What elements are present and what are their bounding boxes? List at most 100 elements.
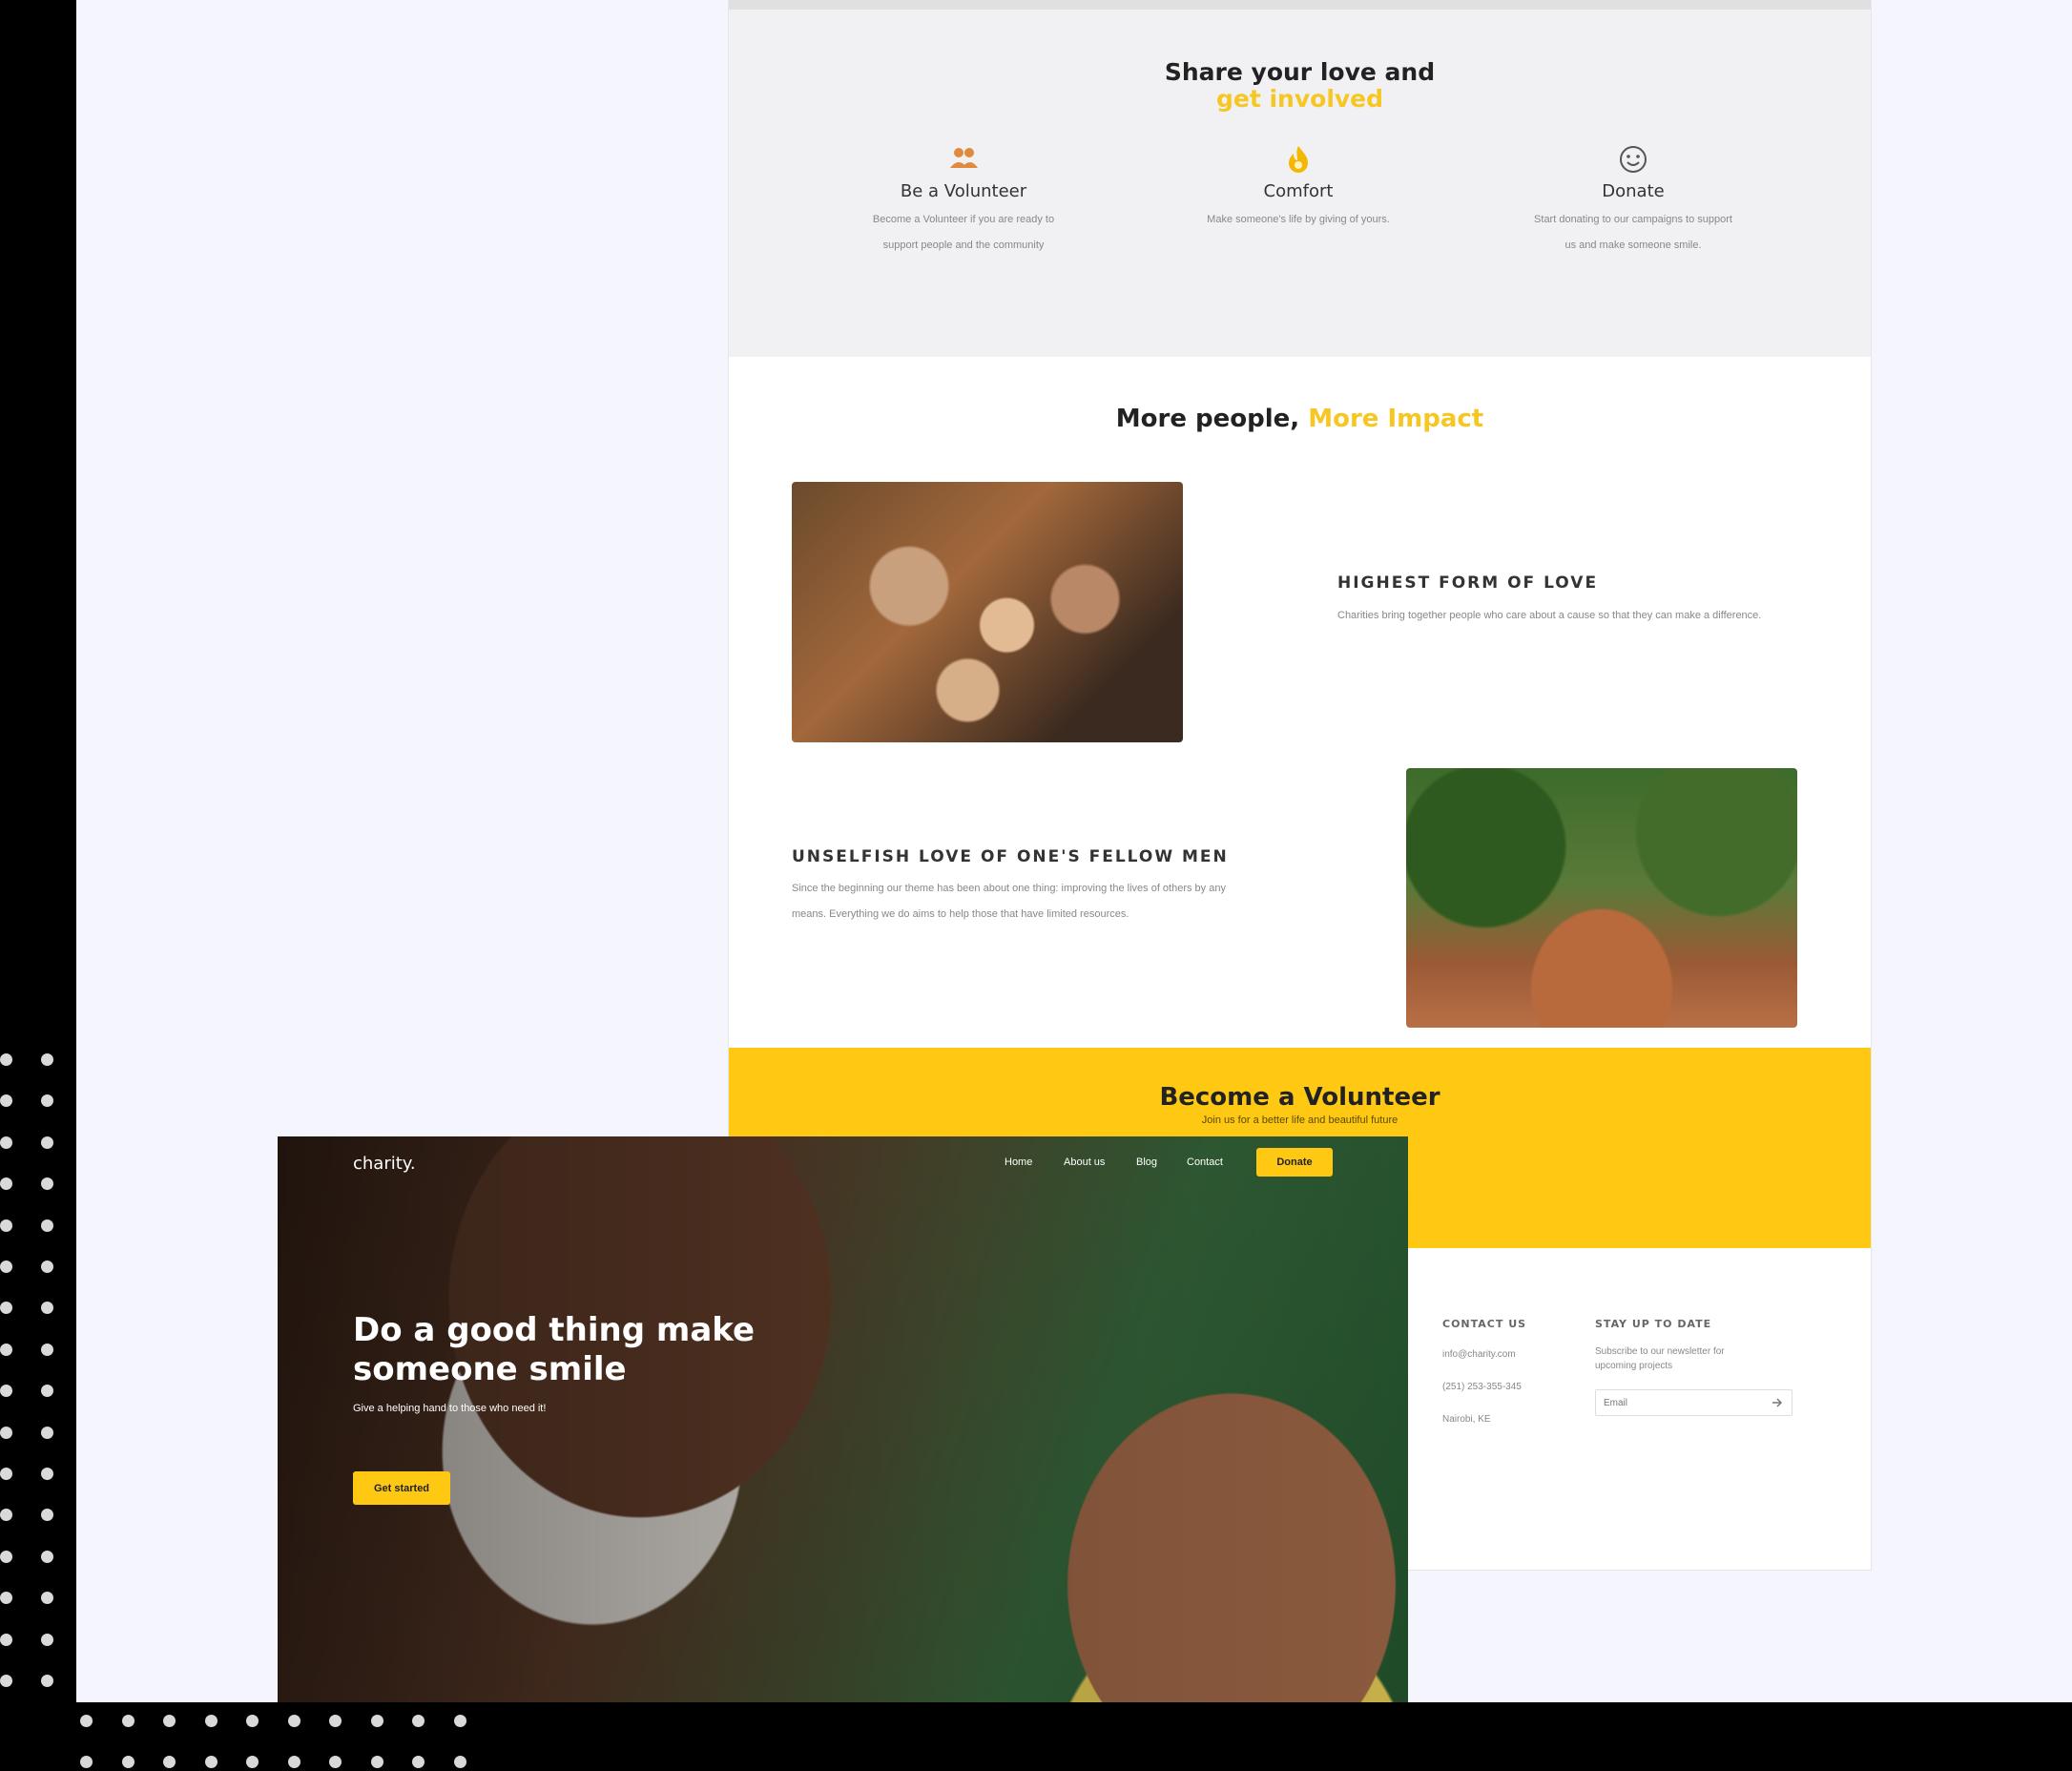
contact-location: Nairobi, KE: [1442, 1414, 1491, 1425]
decorative-dot: [41, 1261, 53, 1273]
decorative-dot: [0, 1219, 12, 1232]
decorative-dot: [453, 1715, 466, 1727]
involved-title-line1: Share your love and: [1164, 58, 1436, 86]
row-title: HIGHEST FORM OF LOVE: [1337, 573, 1599, 593]
decorative-dot: [246, 1756, 259, 1768]
decorative-dot: [329, 1756, 342, 1768]
decorative-dot: [41, 1550, 53, 1563]
row-title: UNSELFISH LOVE OF ONE'S FELLOW MEN: [792, 847, 1229, 866]
decorative-dot: [0, 1633, 12, 1646]
newsletter-email-input[interactable]: [1596, 1390, 1739, 1415]
decorative-dot: [41, 1177, 53, 1191]
decorative-dot: [41, 1053, 53, 1066]
decorative-dot: [0, 1343, 12, 1356]
decorative-dot: [41, 1509, 53, 1522]
decorative-dot: [80, 1715, 93, 1727]
feature-title: Comfort: [1263, 181, 1334, 201]
feature-text: Become a Volunteer if you are ready to s…: [872, 214, 1055, 251]
decorative-dot: [0, 1094, 12, 1108]
feature-text: Make someone's life by giving of yours.: [1207, 214, 1390, 225]
nav-blog[interactable]: Blog: [1136, 1156, 1157, 1168]
contact-title: CONTACT US: [1442, 1318, 1527, 1330]
decorative-dot: [163, 1715, 176, 1727]
involved-title-accent: get involved: [1215, 85, 1384, 113]
decorative-dot: [0, 1675, 12, 1687]
decorative-dot: [204, 1715, 218, 1727]
decorative-dot: [121, 1715, 135, 1727]
decorative-dot: [163, 1756, 176, 1768]
decorative-dot: [287, 1715, 300, 1727]
children-running-photo: [1406, 768, 1797, 1028]
feature-text: Start donating to our campaigns to suppo…: [1534, 214, 1732, 251]
arrow-right-icon[interactable]: [1771, 1396, 1784, 1409]
site-logo[interactable]: charity.: [353, 1154, 416, 1174]
decorative-dot: [0, 1261, 12, 1273]
smile-icon: [1620, 146, 1647, 173]
decorative-dot: [329, 1715, 342, 1727]
top-divider: [729, 0, 1871, 10]
feature-title: Be a Volunteer: [900, 181, 1027, 201]
get-started-button[interactable]: Get started: [353, 1471, 450, 1505]
impact-title: More people, More Impact: [729, 405, 1871, 433]
decorative-dot: [412, 1715, 425, 1727]
decorative-dot: [0, 1509, 12, 1522]
decorative-dot: [41, 1385, 53, 1398]
decorative-dot: [41, 1094, 53, 1108]
fire-icon: [1289, 146, 1308, 173]
get-involved-section: Share your love and get involved Be a Vo…: [729, 10, 1871, 357]
decorative-dot: [41, 1468, 53, 1480]
row-text: Charities bring together people who care…: [1337, 610, 1762, 621]
nav-about[interactable]: About us: [1064, 1156, 1105, 1168]
decorative-dot: [412, 1756, 425, 1768]
decorative-dot: [80, 1756, 93, 1768]
impact-title-accent: More Impact: [1308, 405, 1484, 433]
volunteer-subtitle: Join us for a better life and beautiful …: [1201, 1115, 1399, 1126]
decorative-dot: [453, 1756, 466, 1768]
contact-phone[interactable]: (251) 253-355-345: [1442, 1382, 1522, 1392]
decorative-dot: [204, 1756, 218, 1768]
decorative-dot: [0, 1136, 12, 1149]
hero-page-mockup: charity. Home About us Blog Contact Dona…: [278, 1136, 1408, 1702]
decorative-dot: [287, 1756, 300, 1768]
feature-volunteer: Be a Volunteer Become a Volunteer if you…: [839, 143, 1088, 259]
decorative-dot: [0, 1550, 12, 1563]
nav-home[interactable]: Home: [1005, 1156, 1032, 1168]
decorative-dot: [41, 1343, 53, 1356]
newsletter-text: Subscribe to our newsletter for upcoming…: [1595, 1346, 1725, 1371]
decorative-dot: [41, 1219, 53, 1232]
decorative-dot: [0, 1426, 12, 1439]
decorative-dot: [0, 1385, 12, 1398]
newsletter-form: [1595, 1389, 1792, 1416]
decorative-dot: [0, 1177, 12, 1191]
decorative-dot: [41, 1675, 53, 1687]
hero-subtitle: Give a helping hand to those who need it…: [353, 1403, 547, 1414]
decorative-dot: [370, 1715, 383, 1727]
people-icon: [950, 148, 978, 168]
hero-overlay: [278, 1136, 1408, 1702]
decorative-dot: [41, 1302, 53, 1315]
volunteer-title: Become a Volunteer: [1159, 1083, 1440, 1112]
decorative-dot: [121, 1756, 135, 1768]
involved-title: Share your love and get involved: [729, 59, 1871, 113]
decorative-dot: [0, 1053, 12, 1066]
newsletter-title: STAY UP TO DATE: [1595, 1318, 1712, 1330]
children-group-photo: [792, 482, 1183, 742]
decorative-dot: [41, 1426, 53, 1439]
decorative-dot: [41, 1633, 53, 1646]
decorative-dot: [0, 1302, 12, 1315]
decorative-dot: [246, 1715, 259, 1727]
donate-button[interactable]: Donate: [1256, 1148, 1333, 1177]
decorative-dot: [0, 1592, 12, 1605]
decorative-dot: [41, 1592, 53, 1605]
nav-contact[interactable]: Contact: [1187, 1156, 1223, 1168]
decorative-dot: [0, 1468, 12, 1480]
row-text: Since the beginning our theme has been a…: [792, 883, 1226, 920]
feature-comfort: Comfort Make someone's life by giving of…: [1174, 143, 1422, 233]
decorative-dot: [370, 1756, 383, 1768]
feature-title: Donate: [1602, 181, 1665, 201]
hero-title: Do a good thing make someone smile: [353, 1311, 756, 1388]
decorative-dot: [41, 1136, 53, 1149]
feature-donate: Donate Start donating to our campaigns t…: [1509, 143, 1757, 259]
contact-email[interactable]: info@charity.com: [1442, 1349, 1516, 1360]
impact-title-plain: More people,: [1115, 405, 1300, 433]
